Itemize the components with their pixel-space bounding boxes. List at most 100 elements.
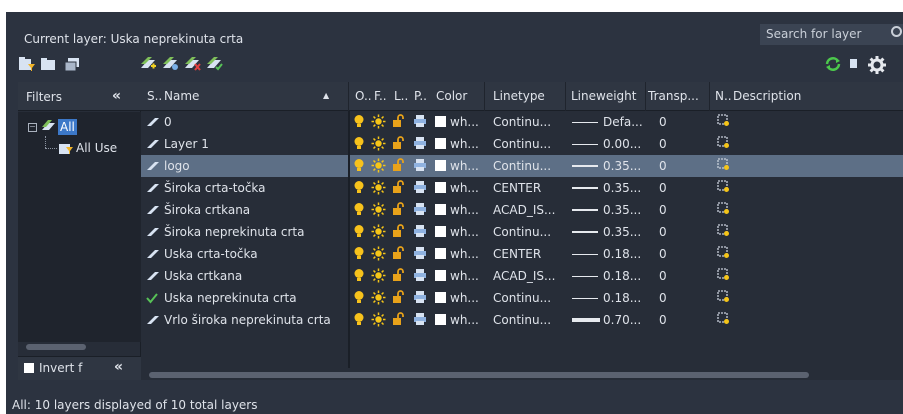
printer-icon[interactable] [413,246,427,263]
table-row[interactable]: Vrlo široka neprekinuta crta wh... Continu… [141,309,903,331]
sun-icon[interactable] [371,114,386,132]
unlocked-padlock-icon[interactable] [392,114,405,131]
lightbulb-icon[interactable] [353,114,365,132]
layer-lineweight[interactable]: 0.35... [603,203,641,217]
layer-linetype[interactable]: Continu... [493,137,551,151]
layer-transparency[interactable]: 0 [659,313,667,327]
layer-linetype[interactable]: ACAD_IS... [493,269,555,283]
layer-status-icon[interactable] [146,248,160,262]
sun-icon[interactable] [371,224,386,242]
layer-display-icon[interactable] [848,56,860,72]
new-viewport-freeze-icon[interactable] [717,224,730,240]
sun-icon[interactable] [371,290,386,308]
layer-status-icon[interactable] [146,314,160,328]
layer-transparency[interactable]: 0 [659,181,667,195]
new-viewport-freeze-icon[interactable] [717,290,730,306]
printer-icon[interactable] [413,136,427,153]
layer-color[interactable]: wh... [450,291,479,305]
delete-layer-icon[interactable] [183,56,201,72]
lightbulb-icon[interactable] [353,268,365,286]
layer-name[interactable]: logo [164,159,190,173]
layer-transparency[interactable]: 0 [659,269,667,283]
table-row[interactable]: Široka crtkana wh... ACAD_IS... 0.35... 0 [141,199,903,221]
color-swatch[interactable] [435,314,446,325]
column-header-description[interactable]: Description [733,89,801,103]
layer-color[interactable]: wh... [450,181,479,195]
layer-color[interactable]: wh... [450,313,479,327]
layer-transparency[interactable]: 0 [659,225,667,239]
layer-linetype[interactable]: Continu... [493,225,551,239]
set-current-icon[interactable] [205,56,223,72]
unlocked-padlock-icon[interactable] [392,202,405,219]
layer-lineweight[interactable]: 0.18... [603,247,641,261]
sun-icon[interactable] [371,268,386,286]
lightbulb-icon[interactable] [353,290,365,308]
lightbulb-icon[interactable] [353,158,365,176]
layer-transparency[interactable]: 0 [659,247,667,261]
layer-states-manager-icon[interactable] [64,56,82,72]
layer-name[interactable]: Uska crta-točka [164,247,258,261]
color-swatch[interactable] [435,292,446,303]
sun-icon[interactable] [371,158,386,176]
column-header-lineweight[interactable]: Lineweight [571,89,636,103]
printer-icon[interactable] [413,224,427,241]
layer-linetype[interactable]: Continu... [493,313,551,327]
color-swatch[interactable] [435,248,446,259]
new-viewport-freeze-icon[interactable] [717,312,730,328]
sun-icon[interactable] [371,136,386,154]
unlocked-padlock-icon[interactable] [392,224,405,241]
printer-icon[interactable] [413,290,427,307]
layer-lineweight[interactable]: 0.70... [603,313,641,327]
layer-lineweight[interactable]: 0.00... [603,137,641,151]
column-header-on[interactable]: O.. [355,89,372,103]
filter-all-label[interactable]: All [58,119,77,135]
new-group-filter-icon[interactable] [40,56,58,72]
layer-name[interactable]: Široka crtkana [164,203,250,217]
table-row[interactable]: Široka neprekinuta crta wh... Continu... 0.… [141,221,903,243]
layer-status-icon[interactable] [146,116,160,130]
new-viewport-freeze-icon[interactable] [717,180,730,196]
search-input[interactable]: Search for layer [766,27,861,41]
table-row[interactable]: Uska crta-točka wh... CENTER 0.18... 0 [141,243,903,265]
layer-lineweight[interactable]: 0.18... [603,269,641,283]
unlocked-padlock-icon[interactable] [392,136,405,153]
layer-linetype[interactable]: ACAD_IS... [493,203,555,217]
printer-icon[interactable] [413,158,427,175]
lightbulb-icon[interactable] [353,312,365,330]
new-layer-icon[interactable] [139,56,157,72]
collapse-filters-icon[interactable]: « [112,88,121,104]
layer-color[interactable]: wh... [450,159,479,173]
table-row[interactable]: Uska crtkana wh... ACAD_IS... 0.18... 0 [141,265,903,287]
tree-collapse-toggle[interactable]: − [28,123,37,132]
new-viewport-freeze-icon[interactable] [717,202,730,218]
layer-list-horizontal-scrollbar[interactable] [149,372,809,378]
refresh-icon[interactable] [824,56,842,72]
printer-icon[interactable] [413,180,427,197]
layer-linetype[interactable]: CENTER [493,181,541,195]
layer-lineweight[interactable]: 0.35... [603,225,641,239]
layer-color[interactable]: wh... [450,137,479,151]
column-header-lock[interactable]: L.. [394,89,408,103]
unlocked-padlock-icon[interactable] [392,246,405,263]
sun-icon[interactable] [371,312,386,330]
filter-horizontal-scrollbar[interactable] [26,344,86,350]
layer-linetype[interactable]: Continu... [493,159,551,173]
layer-linetype[interactable]: Continu... [493,115,551,129]
column-header-linetype[interactable]: Linetype [493,89,545,103]
layer-status-icon[interactable] [146,182,160,196]
new-property-filter-icon[interactable] [18,56,36,72]
layer-status-icon[interactable] [146,138,160,152]
search-layer-box[interactable]: Search for layer [760,24,903,45]
lightbulb-icon[interactable] [353,224,365,242]
printer-icon[interactable] [413,312,427,329]
unlocked-padlock-icon[interactable] [392,180,405,197]
printer-icon[interactable] [413,202,427,219]
layer-color[interactable]: wh... [450,225,479,239]
sun-icon[interactable] [371,202,386,220]
new-viewport-freeze-icon[interactable] [717,246,730,262]
unlocked-padlock-icon[interactable] [392,290,405,307]
table-row[interactable]: Layer 1 wh... Continu... 0.00... 0 [141,133,903,155]
color-swatch[interactable] [435,204,446,215]
layer-lineweight[interactable]: Defa... [603,115,643,129]
layer-lineweight[interactable]: 0.35... [603,181,641,195]
